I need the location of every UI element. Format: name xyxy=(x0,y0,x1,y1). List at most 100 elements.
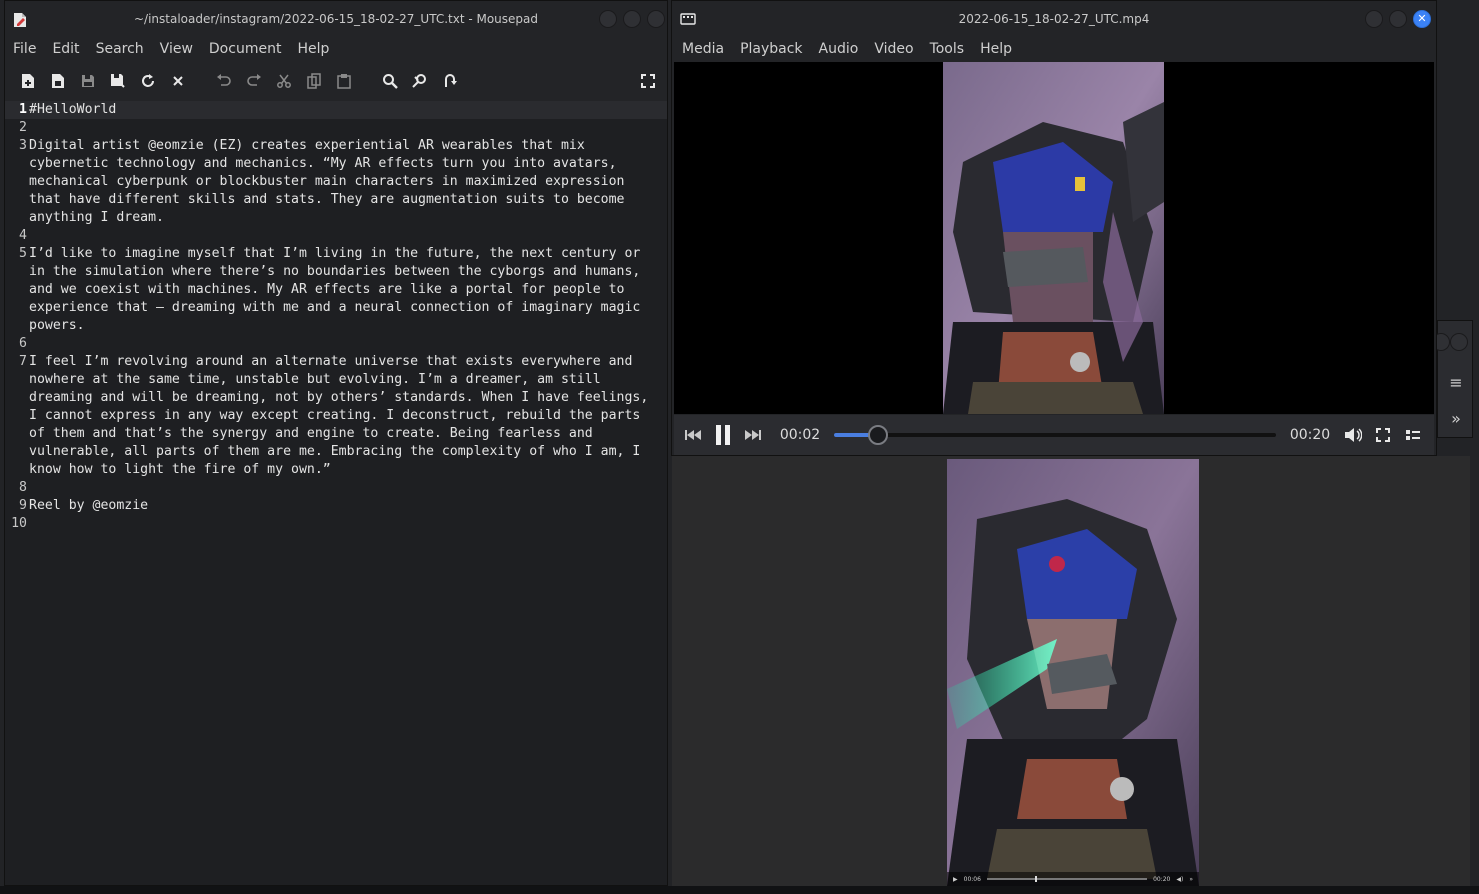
volume-icon[interactable]: ◀) xyxy=(1176,876,1183,883)
menu-tools[interactable]: Tools xyxy=(922,41,973,57)
new-document-icon[interactable] xyxy=(13,66,43,96)
total-duration: 00:20 xyxy=(1289,427,1331,443)
line-text[interactable] xyxy=(29,515,661,533)
editor-line[interactable]: 2 xyxy=(5,119,667,137)
playlist-icon[interactable] xyxy=(1398,420,1428,450)
editor-line[interactable]: 1 #HelloWorld xyxy=(5,101,667,119)
line-number: 6 xyxy=(19,336,27,351)
close-document-icon[interactable] xyxy=(163,66,193,96)
play-icon[interactable]: ▶ xyxy=(953,876,958,883)
menu-document[interactable]: Document xyxy=(201,41,290,57)
minimize-button[interactable] xyxy=(599,10,617,28)
menu-file[interactable]: File xyxy=(5,41,44,57)
line-number: 7 xyxy=(19,354,27,369)
close-button[interactable]: ✕ xyxy=(1413,10,1431,28)
line-number: 8 xyxy=(19,480,27,495)
minimize-button[interactable] xyxy=(1365,10,1383,28)
save-as-icon[interactable] xyxy=(103,66,133,96)
editor-line[interactable]: 6 xyxy=(5,335,667,353)
pause-button[interactable] xyxy=(708,420,738,450)
elapsed-time: 00:02 xyxy=(779,427,821,443)
seek-handle[interactable] xyxy=(868,425,889,445)
cut-icon[interactable] xyxy=(269,66,299,96)
go-to-line-icon[interactable] xyxy=(435,66,465,96)
menu-playback[interactable]: Playback xyxy=(732,41,810,57)
video-thumbnail-image xyxy=(947,459,1199,886)
next-icon[interactable] xyxy=(738,420,768,450)
redo-icon[interactable] xyxy=(239,66,269,96)
search-icon[interactable] xyxy=(375,66,405,96)
menu-icon[interactable]: ≡ xyxy=(1444,371,1468,395)
vlc-titlebar[interactable]: 2022-06-15_18-02-27_UTC.mp4 ✕ xyxy=(672,1,1436,37)
line-text[interactable]: I’d like to imagine myself that I’m livi… xyxy=(29,245,661,335)
fullscreen-icon[interactable] xyxy=(633,66,663,96)
maximize-button[interactable] xyxy=(623,10,641,28)
mousepad-toolbar xyxy=(5,63,667,99)
line-text[interactable]: Reel by @eomzie xyxy=(29,497,661,515)
line-number: 2 xyxy=(19,120,27,135)
fullscreen-icon[interactable]: » xyxy=(1189,876,1193,883)
editor-line[interactable]: 7I feel I’m revolving around an alternat… xyxy=(5,353,667,479)
expand-icon[interactable]: » xyxy=(1444,407,1468,431)
menu-search[interactable]: Search xyxy=(88,41,152,57)
mousepad-menubar: File Edit Search View Document Help xyxy=(5,37,667,61)
line-number: 3 xyxy=(19,138,27,153)
menu-help[interactable]: Help xyxy=(289,41,337,57)
maximize-button[interactable] xyxy=(1389,10,1407,28)
sidebar-strip: ≡ » xyxy=(1432,320,1473,438)
editor-text-area[interactable]: 1 #HelloWorld 2 3 Digital artist @eomzie (… xyxy=(5,101,667,885)
taskbar xyxy=(0,886,1479,894)
editor-line[interactable]: 9 Reel by @eomzie xyxy=(5,497,667,515)
video-frame-image xyxy=(943,62,1164,414)
mini-elapsed-time: 00:06 xyxy=(963,875,981,883)
text-editor[interactable]: 1 #HelloWorld 2 3 Digital artist @eomzie (… xyxy=(5,101,667,885)
line-number: 4 xyxy=(19,228,27,243)
line-text[interactable] xyxy=(29,335,661,353)
vlc-window[interactable]: 2022-06-15_18-02-27_UTC.mp4 ✕ Media Play… xyxy=(671,0,1437,456)
seek-track[interactable] xyxy=(834,433,1276,437)
seek-slider[interactable] xyxy=(834,420,1276,450)
undo-icon[interactable] xyxy=(209,66,239,96)
line-text[interactable] xyxy=(29,227,661,245)
reload-icon[interactable] xyxy=(133,66,163,96)
editor-line[interactable]: 10 xyxy=(5,515,667,533)
mousepad-titlebar[interactable]: ~/instaloader/instagram/2022-06-15_18-02… xyxy=(5,1,667,37)
editor-line[interactable]: 8 xyxy=(5,479,667,497)
background-video-window[interactable]: ▶ 00:06 00:20 ◀) » xyxy=(672,456,1470,886)
mousepad-app-icon xyxy=(14,13,26,27)
desktop: ~/instaloader/instagram/2022-06-15_18-02… xyxy=(0,0,1479,894)
editor-line[interactable]: 3 Digital artist @eomzie (EZ) creates exp… xyxy=(5,137,667,227)
search-replace-icon[interactable] xyxy=(405,66,435,96)
vlc-window-title: 2022-06-15_18-02-27_UTC.mp4 xyxy=(958,12,1150,26)
menu-help[interactable]: Help xyxy=(972,41,1020,57)
copy-icon[interactable] xyxy=(299,66,329,96)
menu-video[interactable]: Video xyxy=(866,41,921,57)
menu-media[interactable]: Media xyxy=(674,41,732,57)
strip-window-button[interactable] xyxy=(1450,333,1468,351)
menu-audio[interactable]: Audio xyxy=(811,41,867,57)
line-text[interactable]: #HelloWorld xyxy=(29,101,661,119)
save-icon[interactable] xyxy=(73,66,103,96)
line-text[interactable]: Digital artist @eomzie (EZ) creates expe… xyxy=(29,137,661,227)
previous-icon[interactable] xyxy=(678,420,708,450)
line-text[interactable] xyxy=(29,119,661,137)
menu-view[interactable]: View xyxy=(152,41,201,57)
video-display[interactable] xyxy=(674,62,1434,414)
volume-icon[interactable] xyxy=(1338,420,1368,450)
mini-seek-bar[interactable] xyxy=(986,876,1148,882)
vlc-app-icon xyxy=(680,13,696,25)
editor-line[interactable]: 5 I’d like to imagine myself that I’m liv… xyxy=(5,245,667,335)
new-window-icon[interactable] xyxy=(43,66,73,96)
fullscreen-icon[interactable] xyxy=(1368,420,1398,450)
playback-controls: 00:02 00:20 xyxy=(674,415,1434,455)
line-text[interactable] xyxy=(29,479,661,497)
line-number: 10 xyxy=(11,516,27,531)
menu-edit[interactable]: Edit xyxy=(44,41,87,57)
mousepad-window[interactable]: ~/instaloader/instagram/2022-06-15_18-02… xyxy=(4,0,668,886)
close-button[interactable] xyxy=(647,10,665,28)
line-number: 9 xyxy=(19,498,27,513)
line-text[interactable]: I feel I’m revolving around an alternate… xyxy=(29,353,661,479)
paste-icon[interactable] xyxy=(329,66,359,96)
editor-line[interactable]: 4 xyxy=(5,227,667,245)
background-video-frame[interactable]: ▶ 00:06 00:20 ◀) » xyxy=(947,459,1199,886)
